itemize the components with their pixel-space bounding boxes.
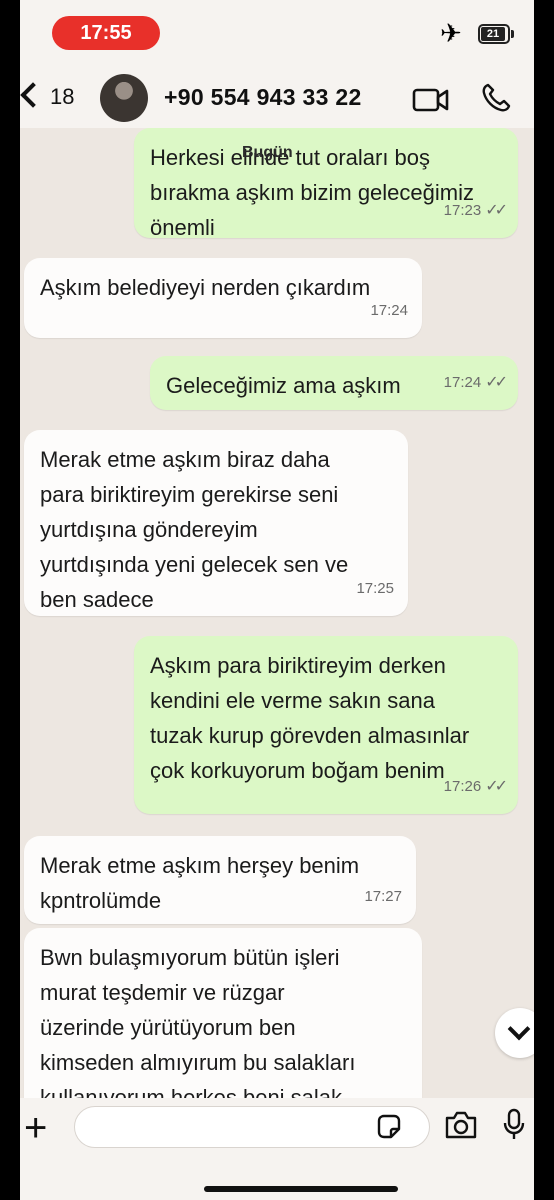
message-list[interactable]: Herkesi elinde tut oraları boş bırakma a…: [20, 128, 534, 1110]
message-meta: 17:23 ✓✓: [443, 193, 508, 228]
message-bubble-incoming[interactable]: Merak etme aşkım herşey benim kpntrolümd…: [24, 836, 416, 924]
airplane-icon: ✈: [440, 18, 462, 48]
message-time: 17:27: [364, 888, 402, 905]
home-indicator: [204, 1186, 398, 1192]
message-bubble-outgoing[interactable]: Herkesi elinde tut oraları boş bırakma a…: [134, 128, 518, 240]
message-time: 17:25: [356, 580, 394, 597]
message-time: 17:24: [443, 374, 482, 391]
message-time: 17:26: [443, 778, 482, 795]
message-text: Merak etme aşkım herşey benim kpntrolümd…: [40, 853, 360, 913]
message-text: Aşkım belediyeyi nerden çıkardım: [40, 275, 371, 300]
message-text: Merak etme aşkım biraz daha para birikti…: [40, 447, 349, 612]
sticker-icon[interactable]: [375, 1113, 403, 1141]
composer-bar: +: [20, 1098, 534, 1200]
status-bar: 17:55 ✈ 21: [20, 0, 534, 66]
message-bubble-incoming[interactable]: Bwn bulaşmıyorum bütün işleri murat teşd…: [24, 928, 422, 1110]
phone-screen: 17:55 ✈ 21 18 +90 554 943 33 22 Herkesi …: [20, 0, 534, 1200]
video-call-icon[interactable]: [412, 86, 450, 114]
plus-icon[interactable]: +: [24, 1108, 47, 1148]
contact-name[interactable]: +90 554 943 33 22: [164, 84, 362, 111]
read-receipt-icon: ✓✓: [485, 778, 508, 795]
message-meta: 17:24 ✓✓: [443, 365, 508, 400]
message-meta: 17:26 ✓✓: [443, 769, 508, 804]
camera-icon[interactable]: [444, 1110, 478, 1140]
battery-icon: 21: [478, 24, 510, 44]
message-meta: 17:25: [356, 571, 394, 606]
message-bubble-incoming[interactable]: Merak etme aşkım biraz daha para birikti…: [24, 430, 408, 616]
message-text: Aşkım para biriktireyim derken kendini e…: [150, 653, 470, 783]
unread-count: 18: [50, 84, 75, 109]
contact-avatar[interactable]: [100, 74, 148, 122]
message-bubble-outgoing[interactable]: Aşkım para biriktireyim derken kendini e…: [134, 636, 518, 814]
microphone-icon[interactable]: [502, 1108, 526, 1142]
message-bubble-incoming[interactable]: Aşkım belediyeyi nerden çıkardım 17:24: [24, 258, 422, 338]
read-receipt-icon: ✓✓: [485, 202, 508, 219]
read-receipt-icon: ✓✓: [485, 374, 508, 391]
message-text: Bwn bulaşmıyorum bütün işleri murat teşd…: [40, 945, 356, 1110]
date-chip: Bugün: [242, 144, 293, 161]
chat-header: 18 +90 554 943 33 22: [20, 66, 534, 128]
phone-call-icon[interactable]: [480, 82, 512, 114]
message-meta: 17:27: [364, 879, 402, 914]
message-meta: 17:24: [370, 293, 408, 328]
battery-level: 21: [481, 27, 505, 41]
status-time[interactable]: 17:55: [52, 16, 160, 50]
chevron-left-icon: [20, 82, 46, 108]
chevron-down-icon: [507, 1017, 531, 1041]
back-button[interactable]: 18: [20, 76, 80, 116]
battery-tip: [511, 30, 514, 38]
message-time: 17:24: [370, 302, 408, 319]
message-bubble-outgoing[interactable]: Geleceğimiz ama aşkım 17:24 ✓✓: [150, 356, 518, 410]
message-time: 17:23: [443, 202, 482, 219]
message-input[interactable]: [74, 1106, 430, 1148]
